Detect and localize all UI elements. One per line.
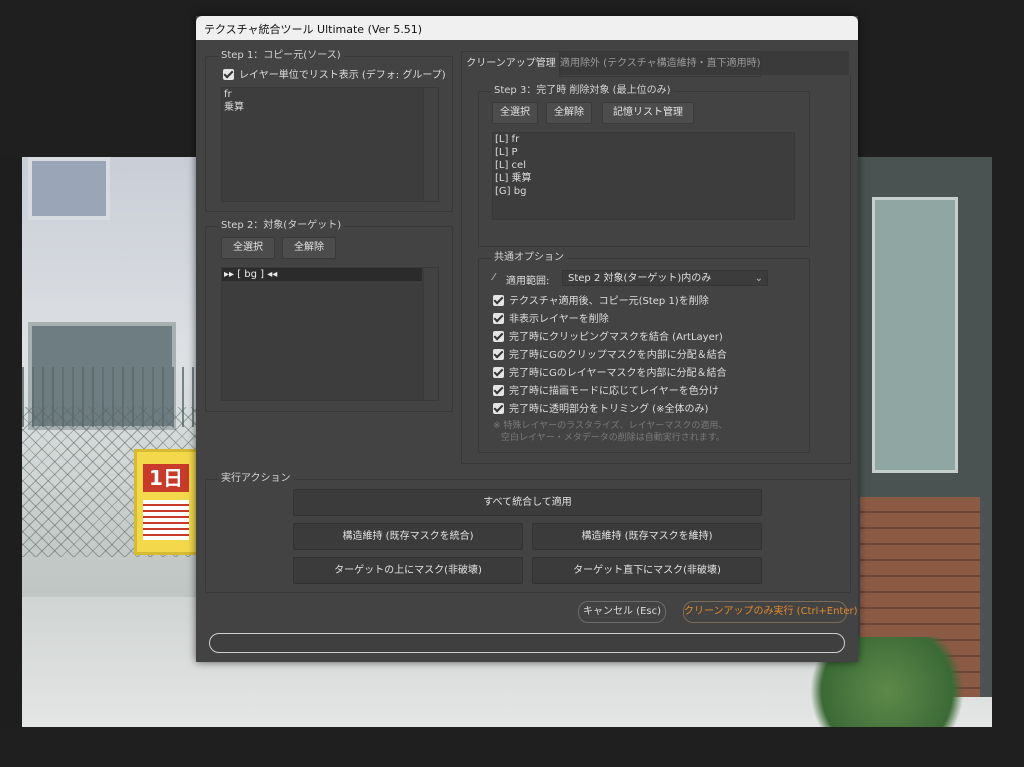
step1-group: Step 1：コピー元(ソース) レイヤー単位でリスト表示 (デフォ: グループ… — [205, 50, 453, 212]
brush-icon: ⁄ — [493, 272, 495, 283]
scrollbar[interactable] — [423, 88, 438, 201]
step2-label: Step 2：対象(ターゲット) — [218, 220, 345, 232]
common-options-group: 共通オプション ⁄ 適用範囲: Step 2 対象(ターゲット)内のみ ⌄ テク… — [478, 252, 810, 453]
layer-list-checkbox[interactable]: レイヤー単位でリスト表示 (デフォ: グループ) — [223, 69, 446, 82]
cleanup-tab-panel: Step 3：完了時 削除対象 (最上位のみ) 全選択 全解除 記憶リスト管理 … — [461, 75, 851, 464]
delete-target-list[interactable]: [L] fr [L] P [L] cel [L] 乗算 [G] bg — [492, 132, 795, 220]
scrollbar[interactable] — [423, 268, 438, 400]
cleanup-only-button[interactable]: クリーンアップのみ実行 (Ctrl+Enter) — [683, 601, 858, 623]
list-item-selected[interactable]: ▸▸ [ bg ] ◂◂ — [222, 268, 422, 281]
step2-group: Step 2：対象(ターゲット) 全選択 全解除 ▸▸ [ bg ] ◂◂ — [205, 220, 453, 412]
option-trim-transparent[interactable]: 完了時に透明部分をトリミング (※全体のみ) — [493, 403, 708, 416]
scope-dropdown[interactable]: Step 2 対象(ターゲット)内のみ ⌄ — [562, 270, 768, 286]
option-distribute-layer-mask[interactable]: 完了時にGのレイヤーマスクを内部に分配＆結合 — [493, 367, 726, 380]
checkbox-checked-icon — [493, 349, 504, 360]
title-bar[interactable]: テクスチャ統合ツール Ultimate (Ver 5.51) — [196, 16, 858, 40]
checkbox-checked-icon — [493, 295, 504, 306]
tab-cleanup[interactable]: クリーンアップ管理 — [461, 51, 561, 76]
checkbox-checked-icon — [493, 331, 504, 342]
list-item[interactable]: [L] 乗算 — [493, 172, 794, 185]
common-options-label: 共通オプション — [491, 252, 567, 264]
source-list[interactable]: fr 乗算 — [221, 87, 439, 202]
checkbox-checked-icon — [493, 385, 504, 396]
actions-label: 実行アクション — [218, 473, 294, 485]
texture-merge-dialog: テクスチャ統合ツール Ultimate (Ver 5.51) Step 1：コピ… — [196, 16, 858, 662]
step2-select-all-button[interactable]: 全選択 — [221, 237, 275, 259]
option-merge-clipping[interactable]: 完了時にクリッピングマスクを結合 (ArtLayer) — [493, 331, 723, 344]
scope-label: 適用範囲: — [506, 276, 550, 287]
actions-group: 実行アクション すべて統合して適用 構造維持 (既存マスクを統合) 構造維持 (… — [205, 473, 851, 593]
list-item[interactable]: [L] fr — [493, 133, 794, 146]
artwork-sign: 1日 — [134, 449, 202, 555]
checkbox-checked-icon — [493, 367, 504, 378]
option-delete-hidden[interactable]: 非表示レイヤーを削除 — [493, 313, 609, 326]
tab-exclusions[interactable]: 適用除外 (テクスチャ構造維持・直下適用時) — [559, 51, 761, 77]
checkbox-checked-icon — [223, 69, 234, 80]
auto-run-note-line2: 空白レイヤー・メタデータの削除は自動実行されます。 — [501, 433, 725, 443]
step2-deselect-all-button[interactable]: 全解除 — [282, 237, 336, 259]
artwork-window — [872, 197, 958, 473]
window-title: テクスチャ統合ツール Ultimate (Ver 5.51) — [204, 23, 423, 36]
step3-deselect-all-button[interactable]: 全解除 — [546, 102, 592, 124]
option-color-by-blend-mode[interactable]: 完了時に描画モードに応じてレイヤーを色分け — [493, 385, 719, 398]
step3-select-all-button[interactable]: 全選択 — [492, 102, 538, 124]
background-bottom — [0, 727, 1024, 767]
step3-group: Step 3：完了時 削除対象 (最上位のみ) 全選択 全解除 記憶リスト管理 … — [478, 85, 810, 247]
list-item[interactable]: [L] cel — [493, 159, 794, 172]
checkbox-checked-icon — [493, 313, 504, 324]
step1-label: Step 1：コピー元(ソース) — [218, 50, 344, 62]
apply-all-button[interactable]: すべて統合して適用 — [293, 489, 762, 516]
tab-bar: クリーンアップ管理 適用除外 (テクスチャ構造維持・直下適用時) — [461, 51, 849, 77]
mask-below-target-button[interactable]: ターゲット直下にマスク(非破壊) — [532, 557, 762, 584]
checkbox-checked-icon — [493, 403, 504, 414]
artwork-window — [28, 157, 110, 220]
option-distribute-clip-mask[interactable]: 完了時にGのクリップマスクを内部に分配＆結合 — [493, 349, 727, 362]
cancel-button[interactable]: キャンセル (Esc) — [578, 601, 666, 623]
step3-label: Step 3：完了時 削除対象 (最上位のみ) — [491, 85, 674, 97]
memory-list-button[interactable]: 記憶リスト管理 — [602, 102, 694, 124]
auto-run-note-line1: ※ 特殊レイヤーのラスタライズ、レイヤーマスクの適用、 — [493, 421, 728, 431]
background-right — [992, 157, 1024, 767]
list-item[interactable]: fr — [222, 88, 438, 101]
keep-structure-merge-button[interactable]: 構造維持 (既存マスクを統合) — [293, 523, 523, 550]
option-delete-source[interactable]: テクスチャ適用後、コピー元(Step 1)を削除 — [493, 295, 709, 308]
target-list[interactable]: ▸▸ [ bg ] ◂◂ — [221, 267, 439, 401]
keep-structure-keep-button[interactable]: 構造維持 (既存マスクを維持) — [532, 523, 762, 550]
chevron-down-icon: ⌄ — [754, 273, 763, 284]
list-item[interactable]: [G] bg — [493, 185, 794, 198]
list-item[interactable]: [L] P — [493, 146, 794, 159]
list-item[interactable]: 乗算 — [222, 101, 438, 114]
mask-above-target-button[interactable]: ターゲットの上にマスク(非破壊) — [293, 557, 523, 584]
progress-bar — [209, 633, 845, 653]
